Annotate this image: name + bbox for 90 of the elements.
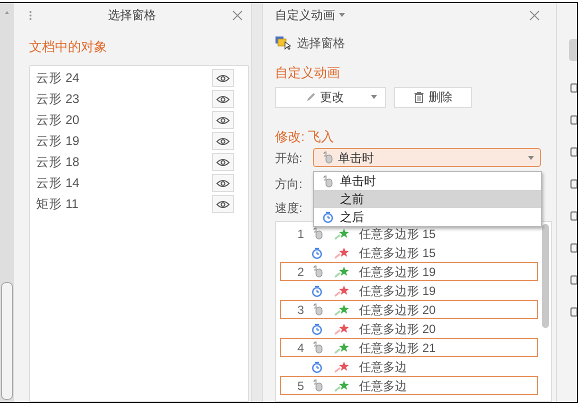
pane-title[interactable]: 自定义动画 xyxy=(275,6,335,24)
selection-pane-link[interactable]: 选择窗格 xyxy=(297,34,345,52)
animation-item[interactable]: 4 任意多边形 21 xyxy=(280,338,538,357)
close-icon[interactable] xyxy=(529,10,540,20)
toolbar-icon[interactable] xyxy=(569,211,577,221)
grip-icon[interactable] xyxy=(29,10,32,20)
toolbar-icon[interactable] xyxy=(569,83,577,93)
animation-target: 任意多边 xyxy=(359,358,407,376)
animation-item[interactable]: 任意多边 xyxy=(280,357,538,376)
object-name[interactable]: 矩形 11 xyxy=(36,194,78,214)
visibility-toggle[interactable] xyxy=(212,132,234,150)
delete-button[interactable]: 删除 xyxy=(394,86,472,108)
toolbar-icon[interactable] xyxy=(569,275,577,285)
menu-item[interactable]: 之后 xyxy=(314,208,541,226)
toolbar-icon[interactable] xyxy=(569,115,577,125)
change-button[interactable]: 更改 xyxy=(275,86,386,108)
section-heading: 文档中的对象 xyxy=(29,38,108,56)
object-name[interactable]: 云形 19 xyxy=(36,132,80,150)
section-heading: 自定义动画 xyxy=(275,64,341,82)
animation-target: 任意多边形 15 xyxy=(359,244,436,262)
animation-target: 任意多边形 21 xyxy=(359,340,436,356)
object-name[interactable]: 云形 20 xyxy=(36,110,80,130)
animation-target: 任意多边形 15 xyxy=(359,226,436,242)
mouse-icon xyxy=(312,379,322,392)
clock-icon xyxy=(311,360,323,372)
mouse-icon xyxy=(322,174,333,188)
animation-item[interactable]: 任意多边形 15 xyxy=(280,243,538,262)
eye-icon xyxy=(216,200,230,208)
clock-icon xyxy=(311,284,323,296)
animation-target: 任意多边形 19 xyxy=(359,282,436,300)
order-number: 5 xyxy=(297,378,304,394)
object-name[interactable]: 云形 23 xyxy=(36,90,80,108)
mouse-icon xyxy=(312,303,322,316)
caret-icon xyxy=(339,13,345,17)
eye-icon xyxy=(216,94,230,104)
selection-pane-icon xyxy=(275,36,291,50)
animation-item[interactable]: 2 任意多边形 19 xyxy=(280,262,538,281)
mouse-icon xyxy=(312,265,322,278)
clock-icon xyxy=(311,246,323,258)
clock-icon xyxy=(322,211,334,223)
menu-item[interactable]: 之前 xyxy=(314,190,541,208)
visibility-toggle[interactable] xyxy=(212,90,234,108)
animation-item[interactable]: 任意多边形 20 xyxy=(280,319,538,338)
menu-item[interactable]: 单击时 xyxy=(314,172,541,190)
eye-icon xyxy=(216,74,230,82)
modify-label: 修改: 飞入 xyxy=(275,128,336,146)
animation-item[interactable]: 5 任意多边 xyxy=(280,376,538,395)
scrollbar-thumb[interactable] xyxy=(1,282,13,400)
eye-icon xyxy=(216,136,230,146)
start-label: 开始: xyxy=(275,150,304,166)
eye-icon xyxy=(216,158,230,166)
pencil-icon xyxy=(306,92,316,102)
animation-target: 任意多边形 20 xyxy=(359,320,436,338)
visibility-toggle[interactable] xyxy=(212,111,234,129)
mouse-icon xyxy=(322,151,333,164)
direction-label: 方向: xyxy=(275,176,302,193)
mouse-icon xyxy=(312,227,322,240)
visibility-toggle[interactable] xyxy=(212,195,234,213)
speed-label: 速度: xyxy=(275,200,302,217)
visibility-toggle[interactable] xyxy=(212,69,234,87)
object-name[interactable]: 云形 14 xyxy=(36,174,80,192)
animation-target: 任意多边形 20 xyxy=(359,302,436,318)
order-number: 4 xyxy=(297,340,304,356)
visibility-toggle[interactable] xyxy=(212,153,234,171)
trash-icon xyxy=(414,92,424,102)
start-dropdown[interactable]: 单击时 xyxy=(313,148,541,167)
visibility-toggle[interactable] xyxy=(212,174,234,192)
animation-item[interactable]: 1 任意多边形 15 xyxy=(280,224,538,243)
order-number: 2 xyxy=(297,264,304,280)
close-icon[interactable] xyxy=(232,10,243,20)
toolbar-icon[interactable] xyxy=(569,307,577,317)
order-number: 3 xyxy=(297,302,304,318)
toolbar-icon[interactable] xyxy=(569,243,577,253)
order-number: 1 xyxy=(297,226,304,242)
toolbar-icon[interactable] xyxy=(569,147,577,157)
animation-item[interactable]: 任意多边形 19 xyxy=(280,281,538,300)
object-name[interactable]: 云形 18 xyxy=(36,152,80,172)
scrollbar-thumb[interactable] xyxy=(542,224,549,328)
eye-icon xyxy=(216,178,230,188)
clock-icon xyxy=(311,322,323,334)
animation-item[interactable]: 3 任意多边形 20 xyxy=(280,300,538,319)
eye-icon xyxy=(216,116,230,124)
mouse-icon xyxy=(312,341,322,354)
animation-target: 任意多边 xyxy=(359,378,407,394)
caret-icon xyxy=(371,95,377,99)
toolbar-icon[interactable] xyxy=(569,179,577,189)
object-name[interactable]: 云形 24 xyxy=(36,68,80,88)
animation-target: 任意多边形 19 xyxy=(359,264,436,280)
pane-title: 选择窗格 xyxy=(107,7,157,24)
caret-icon xyxy=(528,156,534,160)
